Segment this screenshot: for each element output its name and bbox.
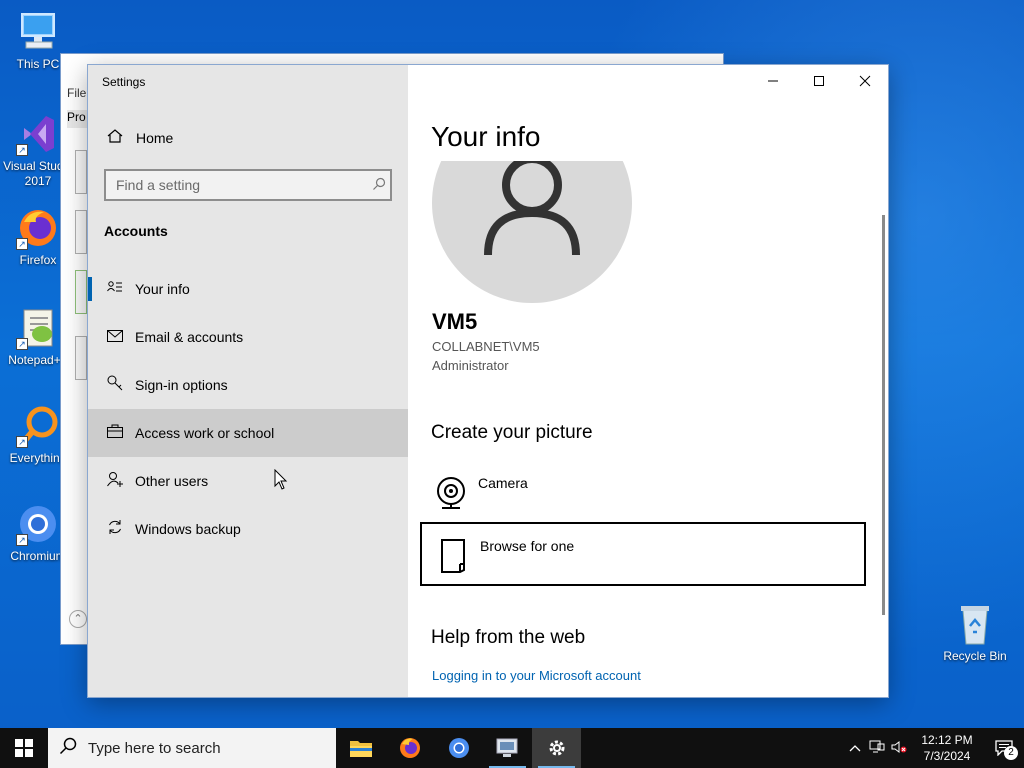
shortcut-arrow-icon: ↗ bbox=[16, 436, 28, 448]
visual-studio-icon: ↗ bbox=[16, 112, 60, 156]
browse-for-one-option[interactable]: Browse for one bbox=[420, 522, 866, 586]
taskbar-clock[interactable]: 12:12 PM 7/3/2024 bbox=[910, 732, 984, 764]
search-icon bbox=[48, 737, 88, 760]
nav-item-your-info[interactable]: Your info bbox=[88, 265, 408, 313]
notification-count-badge: 2 bbox=[1004, 746, 1018, 760]
taskbar-settings[interactable] bbox=[532, 728, 581, 768]
desktop-icon-label: Recycle Bin bbox=[943, 649, 1007, 663]
settings-gear-icon bbox=[549, 740, 564, 756]
user-name: VM5 bbox=[432, 309, 478, 334]
nav-item-other-users[interactable]: Other users bbox=[88, 457, 408, 505]
minimize-button[interactable] bbox=[750, 65, 796, 97]
clock-time: 12:12 PM bbox=[921, 733, 973, 747]
everything-search-icon: ↗ bbox=[16, 404, 60, 448]
notepad-plus-plus-icon: ↗ bbox=[16, 306, 60, 350]
nav-home-label: Home bbox=[136, 130, 174, 146]
recycle-bin-icon bbox=[953, 602, 997, 646]
nav-item-label: Windows backup bbox=[135, 521, 241, 537]
shortcut-arrow-icon: ↗ bbox=[16, 534, 28, 546]
settings-nav-pane: Settings Home Accounts Your info bbox=[88, 65, 408, 697]
mouse-cursor-icon bbox=[274, 469, 288, 490]
camera-option-label: Camera bbox=[478, 475, 528, 491]
mail-icon bbox=[103, 329, 127, 346]
nav-item-sign-in-options[interactable]: Sign-in options bbox=[88, 361, 408, 409]
create-picture-heading: Create your picture bbox=[431, 422, 593, 443]
taskbar-file-explorer[interactable] bbox=[336, 728, 385, 768]
shortcut-arrow-icon: ↗ bbox=[16, 338, 28, 350]
shortcut-arrow-icon: ↗ bbox=[16, 144, 28, 156]
person-card-icon bbox=[103, 280, 127, 298]
help-heading: Help from the web bbox=[431, 627, 586, 648]
camera-icon bbox=[434, 473, 468, 513]
camera-option[interactable]: Camera bbox=[420, 461, 866, 525]
remote-desktop-icon bbox=[496, 738, 517, 757]
shortcut-arrow-icon: ↗ bbox=[16, 238, 28, 250]
minimize-icon bbox=[768, 80, 778, 82]
nav-section-heading: Accounts bbox=[104, 223, 168, 239]
nav-item-label: Your info bbox=[135, 281, 190, 297]
nav-item-windows-backup[interactable]: Windows backup bbox=[88, 505, 408, 553]
background-thumbnail bbox=[75, 210, 87, 254]
computer-icon bbox=[16, 10, 60, 54]
nav-item-label: Other users bbox=[135, 473, 209, 489]
background-thumbnail bbox=[75, 270, 87, 314]
taskbar-remote-desktop[interactable] bbox=[483, 728, 532, 768]
taskbar-search-placeholder: Type here to search bbox=[88, 739, 221, 757]
close-button[interactable] bbox=[842, 65, 888, 97]
home-icon bbox=[105, 128, 125, 149]
firefox-icon bbox=[399, 738, 420, 758]
start-button[interactable] bbox=[0, 728, 48, 768]
close-icon bbox=[859, 75, 871, 87]
nav-item-label: Sign-in options bbox=[135, 377, 228, 393]
sync-icon bbox=[103, 519, 127, 539]
background-window-file-menu[interactable]: File bbox=[67, 86, 86, 100]
maximize-button[interactable] bbox=[796, 65, 842, 97]
system-tray: 12:12 PM 7/3/2024 2 bbox=[844, 728, 1024, 768]
windows-logo-icon bbox=[15, 739, 33, 757]
search-icon[interactable] bbox=[368, 177, 390, 194]
firefox-icon: ↗ bbox=[16, 206, 60, 250]
add-person-icon bbox=[103, 471, 127, 491]
volume-muted-icon[interactable] bbox=[888, 740, 910, 757]
desktop-icon-recycle-bin[interactable]: Recycle Bin bbox=[937, 602, 1013, 664]
taskbar: Type here to search 12:12 PM 7/3/2024 2 bbox=[0, 728, 1024, 768]
browse-option-label: Browse for one bbox=[480, 538, 575, 554]
chevron-up-icon[interactable]: ⌃ bbox=[69, 610, 87, 628]
nav-item-label: Email & accounts bbox=[135, 329, 244, 345]
notification-center-button[interactable]: 2 bbox=[984, 728, 1024, 768]
network-icon[interactable] bbox=[866, 740, 888, 757]
nav-home[interactable]: Home bbox=[88, 117, 408, 159]
briefcase-icon bbox=[103, 424, 127, 442]
settings-search-box[interactable] bbox=[104, 169, 392, 201]
nav-item-email-accounts[interactable]: Email & accounts bbox=[88, 313, 408, 361]
settings-content-pane: Your info VM5 COLLABNET\VM5 Administrato… bbox=[408, 65, 888, 697]
settings-search-input[interactable] bbox=[106, 177, 368, 193]
window-controls bbox=[750, 65, 888, 97]
file-explorer-icon bbox=[349, 741, 372, 757]
taskbar-chromium[interactable] bbox=[434, 728, 483, 768]
chromium-icon: ↗ bbox=[16, 502, 60, 546]
settings-window[interactable]: Settings Home Accounts Your info bbox=[88, 65, 888, 697]
user-role: Administrator bbox=[432, 358, 509, 373]
key-icon bbox=[103, 375, 127, 395]
background-thumbnail bbox=[75, 150, 87, 194]
settings-app-title: Settings bbox=[102, 75, 146, 89]
chromium-icon bbox=[448, 738, 469, 758]
chevron-up-icon[interactable] bbox=[844, 741, 866, 755]
nav-item-access-work-school[interactable]: Access work or school bbox=[88, 409, 408, 457]
content-scrollbar[interactable] bbox=[882, 215, 885, 615]
taskbar-firefox[interactable] bbox=[385, 728, 434, 768]
nav-list: Your info Email & accounts Sign-in optio… bbox=[88, 265, 408, 553]
maximize-icon bbox=[814, 76, 824, 86]
document-icon bbox=[436, 536, 470, 576]
taskbar-search-box[interactable]: Type here to search bbox=[48, 728, 336, 768]
help-link-microsoft-account[interactable]: Logging in to your Microsoft account bbox=[432, 668, 641, 683]
nav-item-label: Access work or school bbox=[135, 425, 275, 441]
page-title: Your info bbox=[431, 121, 541, 152]
user-silhouette-icon bbox=[484, 161, 580, 255]
clock-date: 7/3/2024 bbox=[923, 749, 971, 763]
background-thumbnail bbox=[75, 336, 87, 380]
user-domain-account: COLLABNET\VM5 bbox=[432, 339, 540, 354]
